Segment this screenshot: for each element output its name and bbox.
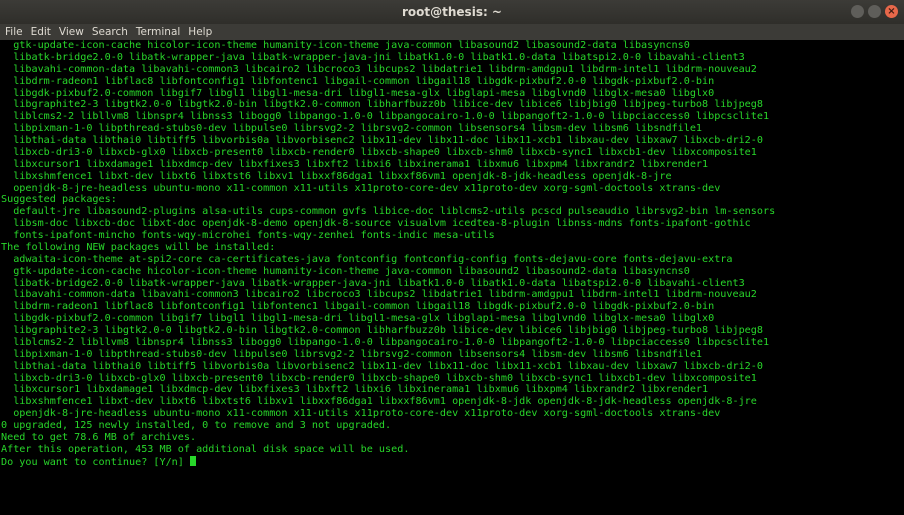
terminal-line: libthai-data libthai0 libtiff5 libvorbis… [1, 360, 763, 372]
terminal-line: default-jre libasound2-plugins alsa-util… [1, 206, 776, 218]
terminal-line: gtk-update-icon-cache hicolor-icon-theme… [1, 40, 690, 51]
terminal-line: libsm-doc libxcb-doc libxt-doc openjdk-8… [1, 218, 751, 230]
terminal-line: libxcursor1 libxdamage1 libxdmcp-dev lib… [1, 158, 709, 170]
menu-search[interactable]: Search [87, 26, 131, 38]
terminal-line: libgraphite2-3 libgtk2.0-0 libgtk2.0-bin… [1, 99, 763, 111]
terminal-line: The following NEW packages will be insta… [1, 241, 276, 253]
prompt-line: Do you want to continue? [Y/n] [1, 455, 904, 468]
terminal-line: liblcms2-2 libllvm8 libnspr4 libnss3 lib… [1, 111, 770, 123]
window-controls: × [851, 5, 898, 19]
menu-file[interactable]: File [0, 26, 26, 38]
terminal-line: libxshmfence1 libxt-dev libxt6 libxtst6 … [1, 170, 672, 182]
terminal-line: Need to get 78.6 MB of archives. [1, 431, 197, 443]
menu-edit[interactable]: Edit [26, 26, 54, 38]
terminal-line: gtk-update-icon-cache hicolor-icon-theme… [1, 265, 690, 277]
terminal-line: libgdk-pixbuf2.0-common libgif7 libgl1 l… [1, 87, 715, 99]
terminal-line: liblcms2-2 libllvm8 libnspr4 libnss3 lib… [1, 336, 770, 348]
menu-bar: File Edit View Search Terminal Help [0, 24, 904, 40]
menu-view[interactable]: View [54, 26, 87, 38]
terminal-output[interactable]: gtk-update-icon-cache hicolor-icon-theme… [0, 40, 904, 515]
terminal-line: libavahi-common-data libavahi-common3 li… [1, 63, 757, 75]
maximize-icon[interactable] [868, 5, 881, 18]
terminal-line: libthai-data libthai0 libtiff5 libvorbis… [1, 135, 763, 146]
terminal-line: openjdk-8-jre-headless ubuntu-mono x11-c… [1, 408, 721, 420]
terminal-line: libgdk-pixbuf2.0-common libgif7 libgl1 l… [1, 313, 715, 325]
terminal-line: libgraphite2-3 libgtk2.0-0 libgtk2.0-bin… [1, 325, 763, 336]
terminal-line: libpixman-1-0 libpthread-stubs0-dev libp… [1, 123, 703, 135]
terminal-line: libatk-bridge2.0-0 libatk-wrapper-java l… [1, 51, 745, 63]
cursor-icon [189, 455, 196, 466]
terminal-line: libdrm-radeon1 libflac8 libfontconfig1 l… [1, 75, 715, 87]
terminal-line: libpixman-1-0 libpthread-stubs0-dev libp… [1, 348, 703, 360]
terminal-line: adwaita-icon-theme at-spi2-core ca-certi… [1, 253, 733, 265]
terminal-line: fonts-ipafont-mincho fonts-wqy-microhei … [1, 230, 495, 241]
title-bar[interactable]: root@thesis: ~ × [0, 0, 904, 24]
terminal-line: libavahi-common-data libavahi-common3 li… [1, 289, 757, 301]
terminal-window: root@thesis: ~ × File Edit View Search T… [0, 0, 904, 515]
menu-terminal[interactable]: Terminal [131, 26, 183, 38]
terminal-line: libxcb-dri3-0 libxcb-glx0 libxcb-present… [1, 372, 757, 384]
terminal-line: Suggested packages: [1, 194, 117, 206]
terminal-line: libxcursor1 libxdamage1 libxdmcp-dev lib… [1, 384, 709, 396]
minimize-icon[interactable] [851, 5, 864, 18]
terminal-line: libatk-bridge2.0-0 libatk-wrapper-java l… [1, 277, 745, 289]
window-title: root@thesis: ~ [402, 5, 502, 19]
menu-help[interactable]: Help [183, 26, 215, 38]
terminal-line: After this operation, 453 MB of addition… [1, 443, 410, 455]
terminal-line: openjdk-8-jre-headless ubuntu-mono x11-c… [1, 182, 721, 194]
terminal-line: libdrm-radeon1 libflac8 libfontconfig1 l… [1, 301, 715, 313]
prompt-text: Do you want to continue? [Y/n] [1, 456, 190, 468]
terminal-line: libxcb-dri3-0 libxcb-glx0 libxcb-present… [1, 146, 757, 158]
close-icon[interactable]: × [885, 5, 898, 18]
terminal-line: libxshmfence1 libxt-dev libxt6 libxtst6 … [1, 396, 757, 408]
terminal-line: 0 upgraded, 125 newly installed, 0 to re… [1, 420, 392, 431]
